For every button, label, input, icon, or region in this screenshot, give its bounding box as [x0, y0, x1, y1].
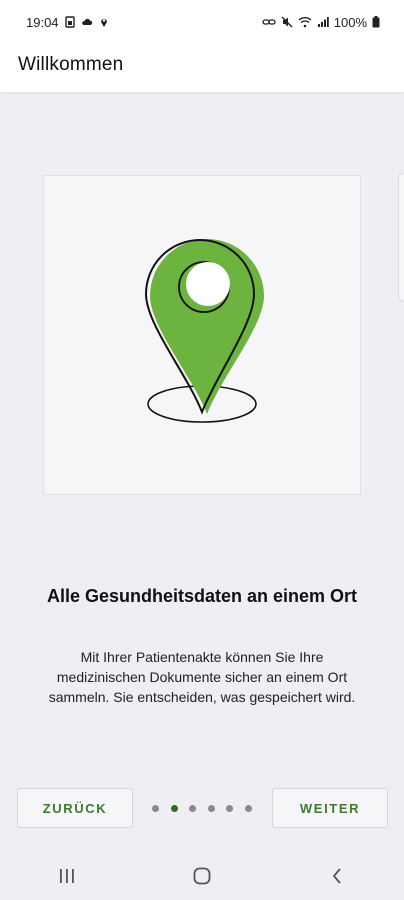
onboarding-illustration — [43, 175, 361, 495]
battery-percent: 100% — [333, 14, 367, 30]
description-line: medizinischen Dokumente sicher an einem … — [56, 669, 348, 685]
location-pin-icon — [144, 239, 264, 423]
status-left: 19:04 — [26, 15, 110, 30]
app-bar: Willkommen — [0, 44, 404, 92]
back-icon — [332, 868, 341, 884]
cloud-icon — [81, 18, 92, 25]
system-nav-bar — [0, 852, 404, 900]
status-bar: 19:04 100% — [0, 0, 404, 44]
status-time: 19:04 — [26, 14, 59, 30]
back-button[interactable]: ZURÜCK — [17, 788, 133, 828]
recent-apps-button[interactable] — [37, 856, 97, 896]
home-icon — [193, 867, 211, 885]
page-dot[interactable] — [244, 804, 252, 812]
wifi-icon — [298, 17, 312, 28]
page-dot[interactable] — [152, 804, 159, 812]
signal-icon — [317, 17, 329, 27]
description-line: Mit Ihrer Patientenakte können Sie Ihre — [80, 649, 324, 665]
page-dot[interactable] — [226, 804, 234, 812]
next-page-preview — [398, 172, 404, 302]
next-button[interactable]: WEITER — [272, 788, 388, 828]
status-right: 100% — [262, 15, 380, 30]
mute-icon — [281, 16, 293, 28]
onboarding-description: Mit Ihrer Patientenakte können Sie Ihre … — [14, 647, 390, 707]
nav-back-button[interactable] — [307, 856, 367, 896]
description-line: sammeln. Sie entscheiden, was gespeicher… — [48, 689, 356, 705]
page-indicator — [152, 802, 252, 814]
page-title: Willkommen — [18, 54, 124, 75]
sim-icon — [64, 16, 75, 28]
page-dot[interactable] — [207, 804, 215, 812]
page-dot-active[interactable] — [170, 804, 178, 812]
onboarding-headline: Alle Gesundheitsdaten an einem Ort — [46, 586, 358, 606]
recent-apps-icon — [60, 869, 75, 883]
link-icon — [262, 19, 276, 25]
page-dot[interactable] — [189, 804, 197, 812]
home-button[interactable] — [172, 856, 232, 896]
location-icon — [100, 19, 107, 27]
battery-icon — [372, 16, 380, 28]
